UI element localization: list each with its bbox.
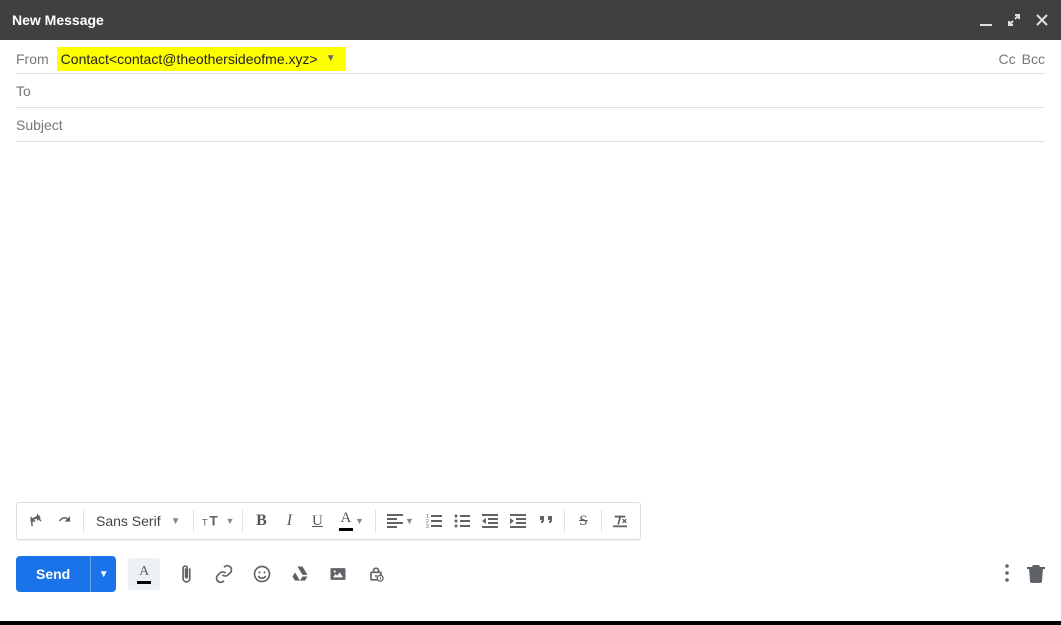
- send-button[interactable]: Send: [16, 556, 90, 592]
- bold-icon[interactable]: B: [247, 506, 275, 536]
- strikethrough-icon[interactable]: S: [569, 506, 597, 536]
- svg-text:3: 3: [426, 524, 429, 528]
- indent-more-icon[interactable]: [504, 506, 532, 536]
- font-size-icon[interactable]: TT ▼: [198, 506, 239, 536]
- font-family-select[interactable]: Sans Serif ▼: [88, 506, 189, 536]
- link-icon[interactable]: [212, 562, 236, 586]
- attach-icon[interactable]: [174, 562, 198, 586]
- svg-text:T: T: [202, 518, 208, 528]
- chevron-down-icon: ▼: [355, 516, 364, 526]
- from-selector[interactable]: Contact<contact@theothersideofme.xyz> ▼: [57, 47, 346, 71]
- chevron-down-icon: ▼: [171, 516, 181, 527]
- bottom-border: [0, 621, 1061, 625]
- chevron-down-icon: ▼: [326, 53, 336, 64]
- trash-icon[interactable]: [1027, 563, 1045, 586]
- format-toolbar: Sans Serif ▼ TT ▼ B I U A ▼ ▼ 123: [16, 502, 641, 540]
- photo-icon[interactable]: [326, 562, 350, 586]
- emoji-icon[interactable]: [250, 562, 274, 586]
- underline-icon[interactable]: U: [303, 506, 331, 536]
- text-color-icon[interactable]: A ▼: [331, 506, 371, 536]
- confidential-icon[interactable]: [364, 562, 388, 586]
- numbered-list-icon[interactable]: 123: [420, 506, 448, 536]
- drive-icon[interactable]: [288, 562, 312, 586]
- quote-icon[interactable]: [532, 506, 560, 536]
- bottom-action-bar: Send ▼ A: [0, 540, 1061, 608]
- undo-icon[interactable]: [23, 506, 51, 536]
- window-title: New Message: [12, 12, 104, 28]
- clear-format-icon[interactable]: [606, 506, 634, 536]
- from-row: From Contact<contact@theothersideofme.xy…: [16, 40, 1045, 74]
- cc-button[interactable]: Cc: [999, 51, 1016, 67]
- font-family-label: Sans Serif: [96, 513, 161, 529]
- chevron-down-icon: ▼: [405, 516, 414, 526]
- message-body[interactable]: [0, 142, 1061, 502]
- close-icon[interactable]: [1035, 13, 1049, 27]
- to-row: To: [16, 74, 1045, 108]
- redo-icon[interactable]: [51, 506, 79, 536]
- to-input[interactable]: [39, 83, 1045, 99]
- to-label: To: [16, 83, 31, 99]
- svg-text:T: T: [209, 514, 218, 529]
- more-icon[interactable]: [1005, 564, 1009, 585]
- popout-icon[interactable]: [1007, 13, 1021, 27]
- minimize-icon[interactable]: [979, 13, 993, 27]
- bcc-button[interactable]: Bcc: [1022, 51, 1045, 67]
- bulleted-list-icon[interactable]: [448, 506, 476, 536]
- chevron-down-icon: ▼: [99, 569, 109, 580]
- subject-input[interactable]: [16, 117, 1045, 133]
- send-options-button[interactable]: ▼: [90, 556, 116, 592]
- chevron-down-icon: ▼: [226, 516, 235, 526]
- align-icon[interactable]: ▼: [380, 506, 420, 536]
- italic-icon[interactable]: I: [275, 506, 303, 536]
- from-label: From: [16, 51, 49, 67]
- from-address: Contact<contact@theothersideofme.xyz>: [61, 51, 318, 67]
- formatting-toggle-icon[interactable]: A: [128, 558, 160, 590]
- subject-row: [16, 108, 1045, 142]
- window-titlebar: New Message: [0, 0, 1061, 40]
- indent-less-icon[interactable]: [476, 506, 504, 536]
